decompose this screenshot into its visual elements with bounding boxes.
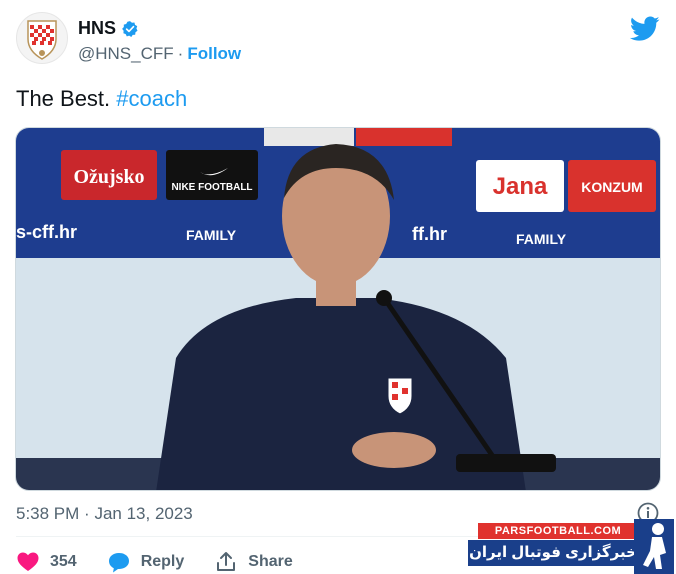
share-icon bbox=[217, 552, 236, 571]
handle-separator: · bbox=[177, 44, 184, 63]
website-left-label: s-cff.hr bbox=[16, 222, 77, 242]
tweet-actions: 354 Reply Share bbox=[16, 548, 323, 574]
hns-crest-icon bbox=[27, 20, 57, 60]
jana-label: Jana bbox=[493, 173, 548, 200]
parsfootball-watermark: PARSFOOTBALL.COM خبرگزاری فوتبال ایران bbox=[468, 519, 676, 574]
konzum-label: KONZUM bbox=[581, 179, 642, 195]
reply-button[interactable]: Reply bbox=[107, 550, 185, 574]
tweet-body: The Best. bbox=[16, 86, 111, 111]
nike-label: NIKE FOOTBALL bbox=[171, 182, 252, 193]
ozujsko-label: Ožujsko bbox=[73, 166, 144, 188]
account-handle[interactable]: @HNS_CFF bbox=[78, 44, 174, 64]
konzum-top-board bbox=[356, 128, 452, 146]
watermark-site: PARSFOOTBALL.COM bbox=[478, 523, 638, 539]
follow-button[interactable]: Follow bbox=[187, 44, 241, 64]
family-right-label: FAMILY bbox=[516, 231, 567, 247]
website-right-label: ff.hr bbox=[412, 224, 447, 244]
tweet-photo[interactable]: Ožujsko NIKE FOOTBALL Jana KONZUM s-cff.… bbox=[15, 127, 661, 491]
tweet-timestamp[interactable]: 5:38 PM · Jan 13, 2023 bbox=[16, 504, 193, 524]
account-name[interactable]: HNS bbox=[78, 18, 116, 39]
jana-top-board bbox=[264, 128, 354, 146]
reply-bubble-icon bbox=[108, 553, 129, 573]
reply-label: Reply bbox=[140, 553, 185, 570]
twitter-bird-icon[interactable] bbox=[630, 16, 660, 42]
verified-badge-icon bbox=[122, 20, 138, 37]
tweet-text: The Best. #coach bbox=[16, 86, 187, 112]
player-silhouette-icon bbox=[634, 519, 674, 574]
family-left-label: FAMILY bbox=[186, 227, 237, 243]
tweet-date: Jan 13, 2023 bbox=[94, 504, 193, 523]
hashtag-link[interactable]: #coach bbox=[116, 86, 187, 111]
hns-avatar[interactable] bbox=[16, 12, 68, 64]
watermark-tagline: خبرگزاری فوتبال ایران bbox=[468, 540, 638, 566]
time-separator: · bbox=[84, 504, 90, 523]
share-button[interactable]: Share bbox=[214, 550, 293, 574]
like-count: 354 bbox=[50, 553, 77, 570]
share-label: Share bbox=[248, 553, 293, 570]
coach-hands bbox=[352, 432, 436, 468]
tweet-time: 5:38 PM bbox=[16, 504, 80, 523]
tweet-header: HNS @HNS_CFF · Follow bbox=[16, 12, 660, 72]
heart-icon bbox=[17, 552, 39, 571]
like-button[interactable]: 354 bbox=[16, 550, 77, 574]
